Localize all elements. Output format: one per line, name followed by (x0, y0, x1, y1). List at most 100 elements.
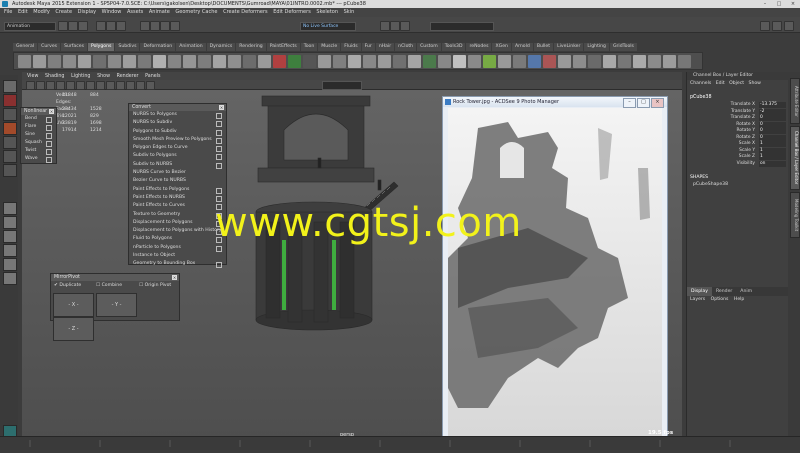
show-tool-settings-icon[interactable] (784, 21, 794, 31)
channels-menu[interactable]: Channels (690, 81, 711, 86)
attr-scale-z[interactable]: Scale Z1 (687, 154, 787, 161)
last-tool-icon[interactable] (3, 164, 17, 177)
shelf-tab-rendering[interactable]: Rendering (236, 43, 266, 51)
option-box-icon[interactable] (216, 187, 222, 194)
uv-editor-icon[interactable] (288, 55, 301, 68)
red-tool-icon[interactable] (543, 55, 556, 68)
menu-item-flare[interactable]: Flare (21, 123, 56, 131)
select-component-icon[interactable] (116, 21, 126, 31)
side-tab-modeling-toolkit[interactable]: Modeling Toolkit (790, 192, 800, 238)
convert-item[interactable]: Paint Effects to Polygons (129, 186, 226, 194)
sculpt-icon[interactable] (408, 55, 421, 68)
append-icon[interactable] (183, 55, 196, 68)
shape-name[interactable]: pCubeShape38 (687, 181, 788, 188)
layers-menu[interactable]: Layers (690, 297, 705, 302)
persp-outliner-layout-icon[interactable] (3, 230, 17, 243)
poly-sphere-icon[interactable] (18, 55, 31, 68)
shelf-tab-bullet[interactable]: Bullet (533, 43, 554, 51)
menu-item-bend[interactable]: Bend (21, 115, 56, 123)
hypershade-icon[interactable] (603, 55, 616, 68)
menu-modify[interactable]: Modify (33, 8, 50, 17)
bevel-icon[interactable] (243, 55, 256, 68)
persp-graph-layout-icon[interactable] (3, 244, 17, 257)
shelf-tab-livelinker[interactable]: LiveLinker (554, 43, 584, 51)
maximize-button[interactable]: □ (772, 0, 786, 8)
menu-skeleton[interactable]: Skeleton (316, 8, 338, 17)
menu-item-twist[interactable]: Twist (21, 147, 56, 155)
convert-item[interactable]: Polygons to Subdiv (129, 128, 226, 136)
attr-scale-y[interactable]: Scale Y1 (687, 147, 787, 154)
poly-plane-icon[interactable] (63, 55, 76, 68)
delete-history-icon[interactable] (588, 55, 601, 68)
side-tab-channel-box[interactable]: Channel Box / Layer Editor (790, 126, 800, 190)
outliner-layout-icon[interactable] (3, 272, 17, 285)
menu-display[interactable]: Display (78, 8, 96, 17)
freeze-transforms-icon[interactable] (573, 55, 586, 68)
insert-edge-icon[interactable] (303, 55, 316, 68)
layer-tab-render[interactable]: Render (712, 287, 736, 296)
reduce-icon[interactable] (438, 55, 451, 68)
extrude-icon[interactable] (228, 55, 241, 68)
textured-icon[interactable] (116, 81, 125, 90)
shelf-tab-fur[interactable]: Fur (361, 43, 375, 51)
mirror-x-button[interactable]: - X - (53, 293, 94, 317)
four-view-layout-icon[interactable] (3, 216, 17, 229)
duplicate-checkbox[interactable]: ✔ Duplicate (54, 281, 81, 290)
rotate-tool-icon[interactable] (3, 136, 17, 149)
snap-point-icon[interactable] (160, 21, 170, 31)
option-box-icon[interactable] (46, 157, 52, 163)
snap-plane-icon[interactable] (170, 21, 180, 31)
shelf-tab-ncloth[interactable]: nCloth (395, 43, 417, 51)
shelf-tab-fluids[interactable]: Fluids (341, 43, 361, 51)
viewport-menu-lighting[interactable]: Lighting (71, 74, 90, 79)
photo-maximize-button[interactable]: □ (637, 98, 650, 108)
save-scene-icon[interactable] (78, 21, 88, 31)
origin-pivot-checkbox[interactable]: ☐ Origin Pivot (139, 281, 171, 290)
mirror-icon[interactable] (168, 55, 181, 68)
convert-item[interactable]: Geometry to Bounding Box (129, 260, 226, 269)
resolution-gate-icon[interactable] (86, 81, 95, 90)
menu-item-sine[interactable]: Sine (21, 131, 56, 139)
close-icon[interactable]: × (172, 275, 177, 280)
layer-tab-anim[interactable]: Anim (736, 287, 756, 296)
close-button[interactable]: × (786, 0, 800, 8)
shelf-more-icon[interactable] (678, 55, 691, 68)
options-menu[interactable]: Options (711, 297, 729, 302)
shelf-tab-subdivs[interactable]: Subdivs (115, 43, 140, 51)
option-box-icon[interactable] (216, 146, 222, 153)
convert-item[interactable]: Displacement to Polygons (129, 219, 226, 227)
move-tool-icon[interactable] (3, 122, 17, 135)
camera-attributes-icon[interactable] (36, 81, 45, 90)
film-gate-icon[interactable] (76, 81, 85, 90)
offset-loop-icon[interactable] (348, 55, 361, 68)
menu-item-squash[interactable]: Squash (21, 139, 56, 147)
lasso-tool-icon[interactable] (3, 94, 17, 107)
side-tab-attribute-editor[interactable]: Attribute Editor (790, 78, 800, 124)
viewport-menu-panels[interactable]: Panels (145, 74, 160, 79)
bookmark-icon[interactable] (46, 81, 55, 90)
attr-translate-z[interactable]: Translate Z0 (687, 115, 787, 122)
convert-item[interactable]: Polygon Edges to Curve (129, 144, 226, 153)
image-plane-icon[interactable] (56, 81, 65, 90)
quadrangulate-icon[interactable] (483, 55, 496, 68)
menu-edit[interactable]: Edit (18, 8, 28, 17)
shadows-icon[interactable] (136, 81, 145, 90)
outliner-icon[interactable] (618, 55, 631, 68)
menu-edit-deformers[interactable]: Edit Deformers (273, 8, 311, 17)
separate-icon[interactable] (108, 55, 121, 68)
select-object-icon[interactable] (106, 21, 116, 31)
viewport-menu-shading[interactable]: Shading (45, 74, 65, 79)
xray-icon[interactable] (146, 81, 155, 90)
viewport-menu-view[interactable]: View (27, 74, 38, 79)
boolean-icon[interactable] (153, 55, 166, 68)
scale-tool-icon[interactable] (3, 150, 17, 163)
viewport-menu-show[interactable]: Show (97, 74, 110, 79)
script-editor-icon[interactable] (663, 55, 676, 68)
convert-item[interactable]: Subdiv to Polygons (129, 152, 226, 161)
help-menu[interactable]: Help (734, 297, 744, 302)
soften-edge-icon[interactable] (513, 55, 526, 68)
target-weld-icon[interactable] (378, 55, 391, 68)
new-scene-icon[interactable] (58, 21, 68, 31)
shelf-tab-painteffects[interactable]: PaintEffects (266, 43, 300, 51)
camera-select-icon[interactable] (26, 81, 35, 90)
